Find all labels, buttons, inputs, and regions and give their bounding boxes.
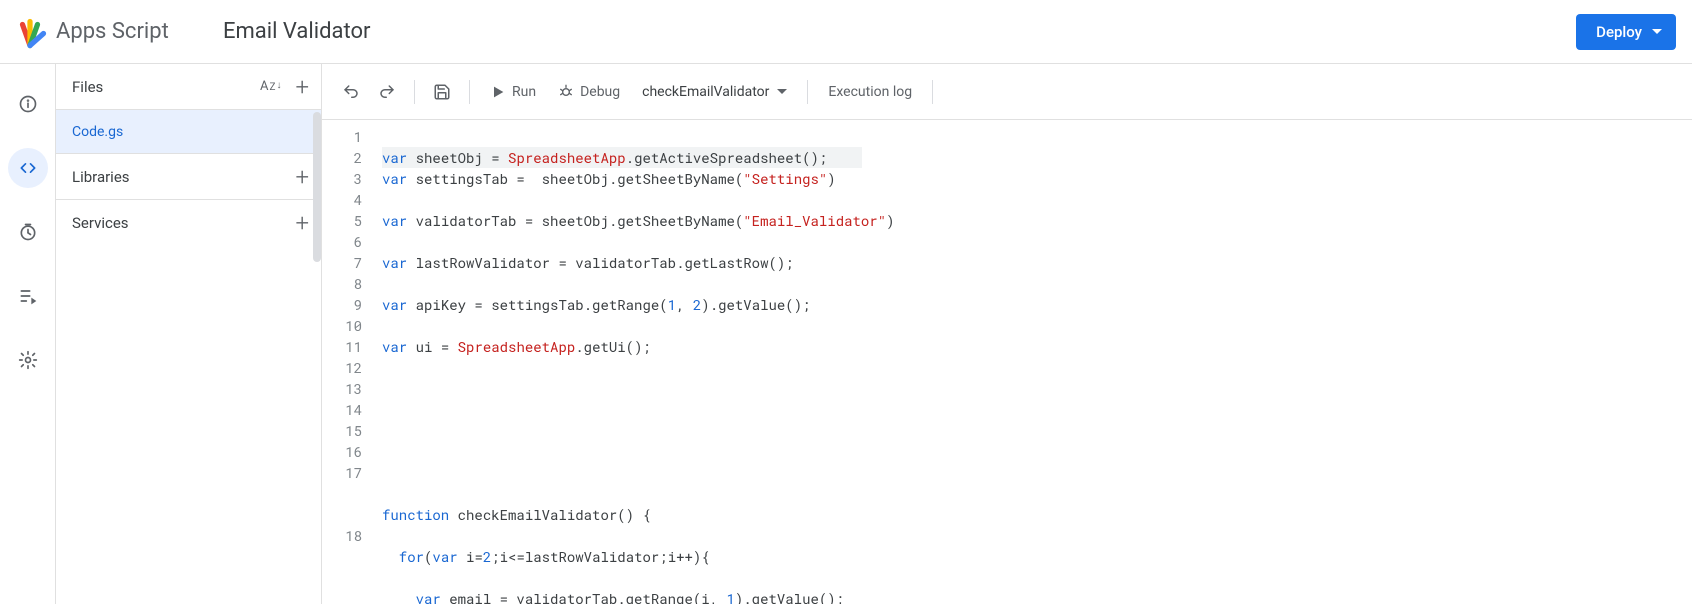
editor-toolbar: Run Debug checkEmailValidator Execution …	[322, 64, 1692, 120]
line-number: 4	[322, 189, 362, 210]
run-button[interactable]: Run	[480, 74, 546, 110]
gear-icon	[18, 350, 38, 370]
deploy-label: Deploy	[1596, 23, 1642, 41]
run-label: Run	[512, 84, 536, 100]
code-icon	[18, 158, 38, 178]
rail-triggers[interactable]	[8, 212, 48, 252]
toolbar-separator	[469, 80, 470, 104]
save-icon	[433, 83, 451, 101]
line-number: 11	[322, 336, 362, 357]
line-number: 18	[322, 525, 362, 546]
file-sidebar: Files AZ↓ + Code.gs Libraries + Services…	[56, 64, 322, 604]
line-number: 6	[322, 231, 362, 252]
save-button[interactable]	[425, 74, 459, 110]
add-library-button[interactable]: +	[295, 165, 309, 189]
line-number: 1	[322, 126, 362, 147]
line-number: 15	[322, 420, 362, 441]
sort-files-button[interactable]: AZ↓	[260, 79, 281, 94]
line-number: 7	[322, 252, 362, 273]
file-item-label: Code.gs	[72, 124, 123, 140]
redo-icon	[378, 83, 396, 101]
execution-log-button[interactable]: Execution log	[818, 74, 922, 110]
execution-log-label: Execution log	[828, 84, 912, 100]
libraries-label: Libraries	[72, 168, 130, 186]
line-number	[322, 483, 362, 504]
line-number: 17	[322, 462, 362, 483]
libraries-section-header: Libraries +	[56, 154, 321, 200]
undo-icon	[342, 83, 360, 101]
product-name: Apps Script	[56, 19, 169, 44]
add-service-button[interactable]: +	[295, 211, 309, 235]
play-icon	[490, 84, 506, 100]
sort-az-icon: A	[260, 79, 268, 94]
function-select-label: checkEmailValidator	[642, 84, 769, 100]
rail-editor[interactable]	[8, 148, 48, 188]
line-number: 9	[322, 294, 362, 315]
rail-settings[interactable]	[8, 340, 48, 380]
chevron-down-icon	[777, 89, 787, 94]
services-label: Services	[72, 214, 129, 232]
files-section-header: Files AZ↓ +	[56, 64, 321, 110]
line-number: 10	[322, 315, 362, 336]
file-item-code-gs[interactable]: Code.gs	[56, 110, 321, 154]
list-play-icon	[18, 286, 38, 306]
sidebar-scrollbar-thumb[interactable]	[313, 112, 321, 262]
top-bar: Apps Script Email Validator Deploy	[0, 0, 1692, 64]
line-number	[322, 504, 362, 525]
line-number: 16	[322, 441, 362, 462]
debug-button[interactable]: Debug	[548, 74, 630, 110]
line-number: 13	[322, 378, 362, 399]
apps-script-logo-icon	[12, 14, 48, 50]
rail-overview[interactable]	[8, 84, 48, 124]
debug-label: Debug	[580, 84, 620, 100]
logo-wrap: Apps Script	[12, 14, 217, 50]
line-number: 14	[322, 399, 362, 420]
toolbar-separator	[932, 80, 933, 104]
bug-icon	[558, 84, 574, 100]
services-section-header: Services +	[56, 200, 321, 246]
function-select[interactable]: checkEmailValidator	[632, 74, 797, 110]
line-number: 12	[322, 357, 362, 378]
rail-executions[interactable]	[8, 276, 48, 316]
toolbar-separator	[807, 80, 808, 104]
line-number: 3	[322, 168, 362, 189]
deploy-button[interactable]: Deploy	[1576, 14, 1676, 50]
editor-pane: Run Debug checkEmailValidator Execution …	[322, 64, 1692, 604]
chevron-down-icon	[1652, 29, 1662, 34]
files-label: Files	[72, 78, 103, 96]
project-name[interactable]: Email Validator	[223, 19, 370, 44]
line-number: 2	[322, 147, 362, 168]
clock-icon	[18, 222, 38, 242]
line-number: 5	[322, 210, 362, 231]
line-number: 8	[322, 273, 362, 294]
left-rail	[0, 64, 56, 604]
redo-button[interactable]	[370, 74, 404, 110]
code-content[interactable]: var sheetObj = SpreadsheetApp.getActiveS…	[376, 126, 1692, 604]
info-icon	[18, 94, 38, 114]
add-file-button[interactable]: +	[295, 75, 309, 99]
code-editor[interactable]: 1 2 3 4 5 6 7 8 9 10 11 12 13 14 15 16 1…	[322, 120, 1692, 604]
line-gutter: 1 2 3 4 5 6 7 8 9 10 11 12 13 14 15 16 1…	[322, 126, 376, 604]
undo-button[interactable]	[334, 74, 368, 110]
toolbar-separator	[414, 80, 415, 104]
